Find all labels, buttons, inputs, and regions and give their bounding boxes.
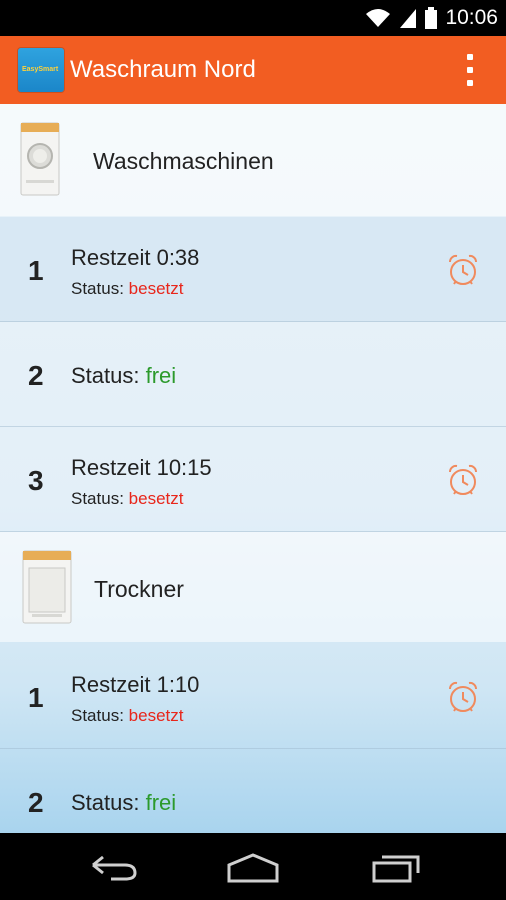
status-label: Status: xyxy=(71,489,124,508)
status-label: Status: xyxy=(71,363,140,388)
back-icon[interactable] xyxy=(83,847,143,887)
status-label: Status: xyxy=(71,790,140,815)
machine-number: 1 xyxy=(28,682,44,713)
status-value: besetzt xyxy=(128,279,184,298)
restzeit-label: Restzeit 1:10 xyxy=(71,672,200,697)
status-label: Status: xyxy=(71,279,124,298)
action-bar: EasySmart Waschraum Nord xyxy=(0,36,506,104)
machine-list: Waschmaschinen 1 Restzeit 0:38 Status: b… xyxy=(0,104,506,833)
status-value: frei xyxy=(145,790,177,815)
alarm-clock-icon[interactable] xyxy=(446,680,480,714)
dot xyxy=(467,80,473,86)
alarm-clock-icon[interactable] xyxy=(446,253,480,287)
status-value: frei xyxy=(145,363,177,388)
machine-number: 2 xyxy=(28,787,44,818)
machine-number: 2 xyxy=(28,360,44,391)
clock: 10:06 xyxy=(445,6,498,29)
status-line: Status: frei xyxy=(71,363,176,389)
wifi-icon xyxy=(366,9,391,27)
section-title: Waschmaschinen xyxy=(93,148,274,174)
restzeit-label: Restzeit 0:38 xyxy=(71,245,200,270)
recents-icon[interactable] xyxy=(366,847,426,887)
page-title: Waschraum Nord xyxy=(70,56,256,83)
status-line: Status: besetzt xyxy=(71,706,183,726)
status-label: Status: xyxy=(71,706,124,725)
machine-number: 3 xyxy=(28,465,44,496)
status-value: besetzt xyxy=(128,706,184,725)
status-line: Status: besetzt xyxy=(71,489,183,509)
section-title: Trockner xyxy=(94,576,184,602)
alarm-clock-icon[interactable] xyxy=(446,463,480,497)
status-line: Status: besetzt xyxy=(71,279,183,299)
dot xyxy=(467,54,473,60)
section-header-dryers: Trockner xyxy=(0,532,506,642)
overflow-menu-button[interactable] xyxy=(464,54,476,86)
status-value: besetzt xyxy=(128,489,184,508)
battery-icon xyxy=(425,7,438,29)
logo-text: EasySmart xyxy=(22,66,59,73)
machine-row[interactable]: 2 Status: frei xyxy=(0,749,506,833)
washing-machine-icon xyxy=(20,122,60,196)
status-line: Status: frei xyxy=(71,790,176,816)
dryer-icon xyxy=(22,550,72,624)
section-header-washers: Waschmaschinen xyxy=(0,104,506,216)
signal-icon xyxy=(400,9,417,28)
restzeit-label: Restzeit 10:15 xyxy=(71,455,212,480)
status-bar: 10:06 xyxy=(0,0,506,36)
machine-row[interactable]: 1 Restzeit 1:10 Status: besetzt xyxy=(0,644,506,749)
machine-number: 1 xyxy=(28,255,44,286)
app-logo[interactable]: EasySmart xyxy=(18,48,64,92)
machine-row[interactable]: 1 Restzeit 0:38 Status: besetzt xyxy=(0,217,506,322)
machine-row[interactable]: 2 Status: frei xyxy=(0,322,506,427)
navigation-bar xyxy=(0,833,506,900)
dot xyxy=(467,67,473,73)
machine-row[interactable]: 3 Restzeit 10:15 Status: besetzt xyxy=(0,427,506,532)
home-icon[interactable] xyxy=(223,847,283,887)
